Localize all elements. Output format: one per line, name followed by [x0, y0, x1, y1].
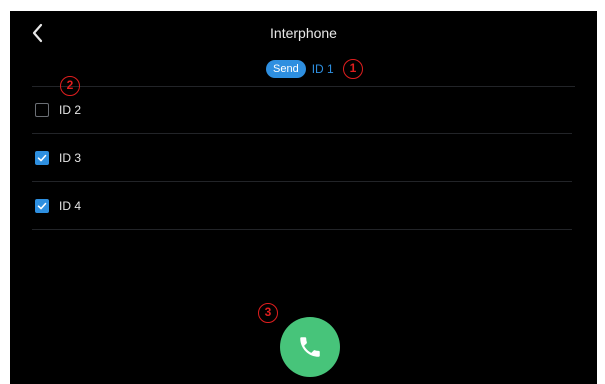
device-checkbox[interactable]	[35, 150, 49, 165]
device-checkbox[interactable]	[35, 198, 49, 213]
device-checkbox[interactable]	[35, 102, 49, 117]
phone-icon	[300, 337, 320, 357]
page-title: Interphone	[270, 25, 337, 41]
send-target: Send ID 1	[266, 60, 334, 78]
list-item[interactable]: ID 4	[32, 182, 572, 230]
send-badge: Send	[266, 60, 306, 78]
device-list: ID 2 ID 3 ID 4	[32, 86, 572, 230]
list-item[interactable]: ID 3	[32, 134, 572, 182]
check-icon	[37, 154, 47, 161]
device-label: ID 4	[59, 198, 82, 213]
call-button[interactable]	[280, 317, 340, 377]
annotation-marker-1: 1	[343, 59, 363, 79]
interphone-screen: Interphone Send ID 1 1 2 ID 2 ID 3 ID 4 …	[10, 11, 597, 384]
list-item[interactable]: ID 2	[32, 86, 572, 134]
annotation-marker-3: 3	[258, 303, 278, 323]
send-id-label: ID 1	[311, 62, 334, 76]
check-icon	[37, 202, 47, 209]
device-label: ID 2	[59, 102, 82, 117]
device-label: ID 3	[59, 150, 82, 165]
